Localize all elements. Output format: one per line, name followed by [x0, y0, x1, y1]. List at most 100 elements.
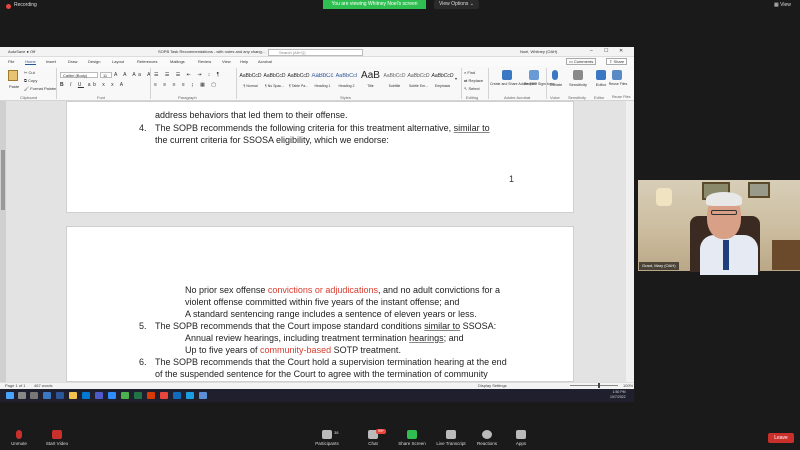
group-label-adobe: Adobe Acrobat: [504, 95, 531, 100]
reactions-button[interactable]: Reactions: [470, 430, 504, 446]
tab-review[interactable]: Review: [198, 59, 211, 64]
status-word-count[interactable]: 467 words: [34, 383, 52, 388]
sensitivity-icon[interactable]: [573, 70, 583, 80]
vertical-scrollbar[interactable]: [626, 101, 634, 382]
signature-icon[interactable]: [529, 70, 539, 80]
find-button[interactable]: ⌕ Find: [464, 70, 475, 75]
microphone-icon[interactable]: [552, 70, 558, 80]
font-size-grow-shrink[interactable]: A A Aa A: [114, 72, 153, 78]
font-size-select[interactable]: 11: [100, 72, 112, 78]
style-name: ¶ Normal: [243, 84, 258, 88]
tab-insert[interactable]: Insert: [46, 59, 56, 64]
onedrive-icon[interactable]: [173, 392, 181, 399]
edge-browser-icon[interactable]: [43, 392, 51, 399]
tab-home[interactable]: Home: [25, 59, 36, 65]
grid-icon: ▦: [774, 2, 779, 8]
create-share-pdf-button[interactable]: Create and Share Adobe PDF: [490, 82, 537, 86]
participants-icon: [322, 430, 332, 439]
zoom-level[interactable]: 100%: [623, 383, 633, 388]
file-explorer-icon[interactable]: [69, 392, 77, 399]
participants-button[interactable]: Participants: [310, 430, 344, 446]
zoom-app-icon[interactable]: [108, 392, 116, 399]
taskbar-app-icon[interactable]: [199, 392, 207, 399]
minimize-icon[interactable]: –: [590, 48, 593, 54]
select-button[interactable]: ↖ Select: [464, 86, 480, 91]
tab-view[interactable]: View: [222, 59, 231, 64]
outlook-icon[interactable]: [82, 392, 90, 399]
font-name-select[interactable]: Calibri (Body): [60, 72, 98, 78]
tab-help[interactable]: Help: [240, 59, 248, 64]
zoom-slider[interactable]: [570, 385, 618, 386]
list-number: 6.: [139, 357, 147, 367]
live-transcript-button[interactable]: Live Transcript: [434, 430, 468, 446]
tab-acrobat[interactable]: Acrobat: [258, 59, 272, 64]
paste-label[interactable]: Paste: [9, 84, 19, 89]
cut-label: Cut: [28, 70, 35, 75]
page1-line: the current criteria for SSOSA eligibili…: [155, 135, 389, 145]
style-sample: AaBbCcD: [287, 73, 310, 79]
pdf-create-icon[interactable]: [502, 70, 512, 80]
video-person-hair: [706, 192, 742, 206]
start-video-button[interactable]: Start Video: [40, 430, 74, 446]
apps-button[interactable]: Apps: [504, 430, 538, 446]
acrobat-icon[interactable]: [160, 392, 168, 399]
tab-file[interactable]: File: [8, 59, 14, 64]
left-scrollbar[interactable]: [0, 101, 6, 382]
dictate-button[interactable]: Dictate: [546, 82, 566, 87]
style-name: ¶ Table Pa...: [288, 84, 309, 88]
paragraph-list-buttons[interactable]: ☰ ☰ ☰ ⇤ ⇥ ↕ ¶: [154, 72, 222, 78]
format-painter-button[interactable]: 🖌 Format Painter: [24, 86, 57, 91]
left-scroll-thumb[interactable]: [1, 150, 5, 210]
status-page-count[interactable]: Page 1 of 1: [5, 383, 25, 388]
windows-start-icon[interactable]: [6, 392, 14, 399]
comments-button[interactable]: ▭ Comments: [566, 58, 597, 65]
view-label: View: [780, 2, 791, 8]
tab-layout[interactable]: Layout: [112, 59, 124, 64]
tab-draw[interactable]: Draw: [68, 59, 77, 64]
ribbon-divider: [236, 68, 237, 99]
editor-icon[interactable]: [596, 70, 606, 80]
tab-design[interactable]: Design: [88, 59, 100, 64]
cut-button[interactable]: ✂ Cut: [24, 70, 35, 75]
chrome-icon[interactable]: [121, 392, 129, 399]
paragraph-align-buttons[interactable]: ≡ ≡ ≡ ≡ ↨ ▦ ▢: [154, 82, 218, 88]
user-name[interactable]: Noel, Whitney (OAH): [520, 49, 557, 54]
share-screen-button[interactable]: Share Screen: [395, 430, 429, 446]
display-settings-button[interactable]: Display Settings: [478, 383, 507, 388]
autosave-toggle[interactable]: AutoSave ● Off: [8, 49, 35, 54]
taskbar-app-icon[interactable]: [186, 392, 194, 399]
taskbar-search-icon[interactable]: [18, 392, 26, 399]
group-label-sensitivity: Sensitivity: [568, 95, 587, 100]
tab-mailings[interactable]: Mailings: [170, 59, 185, 64]
view-options-button[interactable]: View Options ⌄: [434, 0, 479, 9]
chevron-down-icon: ⌄: [469, 1, 474, 7]
video-person-glasses: [711, 210, 737, 215]
styles-more-icon[interactable]: ▾: [455, 76, 457, 81]
zoom-slider-thumb[interactable]: [598, 383, 600, 388]
copy-button[interactable]: ⧉ Copy: [24, 78, 37, 83]
task-view-icon[interactable]: [30, 392, 38, 399]
reuse-files-icon[interactable]: [612, 70, 622, 80]
maximize-icon[interactable]: ☐: [604, 48, 608, 54]
replace-button[interactable]: ⇄ Replace: [464, 78, 483, 83]
unmute-button[interactable]: Unmute: [2, 430, 36, 446]
sensitivity-button[interactable]: Sensitivity: [566, 82, 590, 87]
share-button[interactable]: ⇪ Share: [606, 58, 628, 65]
request-signatures-button[interactable]: Request Signatures: [524, 82, 555, 86]
paste-icon[interactable]: [8, 70, 18, 81]
reactions-label: Reactions: [476, 441, 497, 446]
powerpoint-icon[interactable]: [147, 392, 155, 399]
group-label-reuse: Reuse Files: [612, 95, 631, 99]
leave-button[interactable]: Leave: [768, 433, 794, 443]
taskbar-clock[interactable]: 1:50 PM 10/7/2022: [610, 390, 626, 399]
font-format-buttons[interactable]: B I U ab x x A: [60, 82, 126, 88]
reuse-files-button[interactable]: Reuse Files: [608, 82, 628, 86]
group-label-voice: Voice: [550, 95, 560, 100]
close-icon[interactable]: ✕: [619, 48, 623, 54]
teams-icon[interactable]: [95, 392, 103, 399]
word-app-icon[interactable]: [56, 392, 64, 399]
view-button[interactable]: ▦ View: [774, 2, 791, 8]
search-input[interactable]: Search (Alt+Q): [268, 48, 363, 56]
excel-icon[interactable]: [134, 392, 142, 399]
tab-references[interactable]: References: [137, 59, 157, 64]
